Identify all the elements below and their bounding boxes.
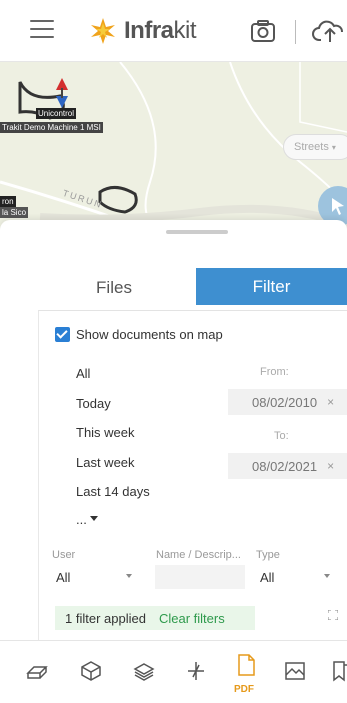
more-presets-dropdown[interactable]: ... xyxy=(76,512,98,527)
machine-marker-icon[interactable] xyxy=(56,78,68,108)
name-filter-input[interactable] xyxy=(155,565,245,589)
clear-filters-link[interactable]: Clear filters xyxy=(159,611,225,626)
camera-icon[interactable] xyxy=(250,18,276,44)
machine-tag-label: Unicontrol xyxy=(36,108,77,119)
preset-today[interactable]: Today xyxy=(76,396,111,411)
from-date-field[interactable]: 08/02/2010 × xyxy=(228,389,347,415)
other-machine-tag: ron xyxy=(0,196,16,207)
checkbox-checked-icon[interactable] xyxy=(55,327,70,342)
chevron-down-icon xyxy=(126,574,132,578)
sheet-drag-handle[interactable] xyxy=(166,230,228,234)
user-filter-select[interactable]: All xyxy=(52,565,142,589)
user-filter-label: User xyxy=(52,549,76,561)
machine-name-label: Trakit Demo Machine 1 MSI xyxy=(0,122,103,133)
expand-icon[interactable] xyxy=(328,610,338,620)
app-header: Infrakit xyxy=(0,0,347,62)
other-machine-sub: la Sico xyxy=(0,207,29,218)
header-divider xyxy=(295,20,296,44)
model-box-icon[interactable] xyxy=(79,659,103,683)
stack-icon[interactable] xyxy=(132,659,156,683)
preset-this-week[interactable]: This week xyxy=(76,425,135,440)
tab-files[interactable]: Files xyxy=(32,270,196,306)
filters-applied-count: 1 filter applied xyxy=(65,610,146,626)
applied-filters-bar: 1 filter applied Clear filters xyxy=(55,606,255,630)
type-filter-value: All xyxy=(260,569,275,585)
to-date-value: 08/02/2021 xyxy=(252,458,318,474)
show-on-map-checkbox[interactable]: Show documents on map xyxy=(55,327,223,342)
preset-last-week[interactable]: Last week xyxy=(76,455,135,470)
cloud-upload-icon[interactable] xyxy=(312,18,346,44)
clear-from-date-icon[interactable]: × xyxy=(327,395,334,409)
preset-all[interactable]: All xyxy=(76,366,90,381)
survey-point-icon[interactable] xyxy=(184,659,208,683)
menu-icon[interactable] xyxy=(30,20,54,40)
from-label: From: xyxy=(260,366,289,378)
preset-last-14-days[interactable]: Last 14 days xyxy=(76,484,150,499)
from-date-value: 08/02/2010 xyxy=(252,394,318,410)
to-date-field[interactable]: 08/02/2021 × xyxy=(228,453,347,479)
caret-down-icon xyxy=(89,516,98,521)
bottom-toolbar: PDF xyxy=(0,640,347,703)
tab-filter[interactable]: Filter xyxy=(196,268,347,305)
type-filter-label: Type xyxy=(256,549,280,561)
to-label: To: xyxy=(274,430,289,442)
user-filter-value: All xyxy=(56,569,71,585)
clear-to-date-icon[interactable]: × xyxy=(327,459,334,473)
type-filter-select[interactable]: All xyxy=(256,565,346,589)
logo-text: Infrakit xyxy=(124,17,197,44)
bookmark-icon[interactable] xyxy=(329,659,347,683)
chevron-down-icon xyxy=(324,574,330,578)
infrakit-flame-icon xyxy=(91,18,115,44)
show-on-map-label: Show documents on map xyxy=(76,327,223,342)
map-view[interactable]: Unicontrol Trakit Demo Machine 1 MSI ron… xyxy=(0,62,347,232)
layers-icon[interactable] xyxy=(25,659,49,683)
map-layer-button[interactable]: Streets ▾ xyxy=(283,134,347,160)
pdf-file-icon[interactable] xyxy=(234,653,258,677)
name-filter-label: Name / Descrip... xyxy=(156,549,241,561)
pdf-label: PDF xyxy=(234,684,254,695)
image-icon[interactable] xyxy=(283,659,307,683)
app-logo: Infrakit xyxy=(88,14,197,48)
